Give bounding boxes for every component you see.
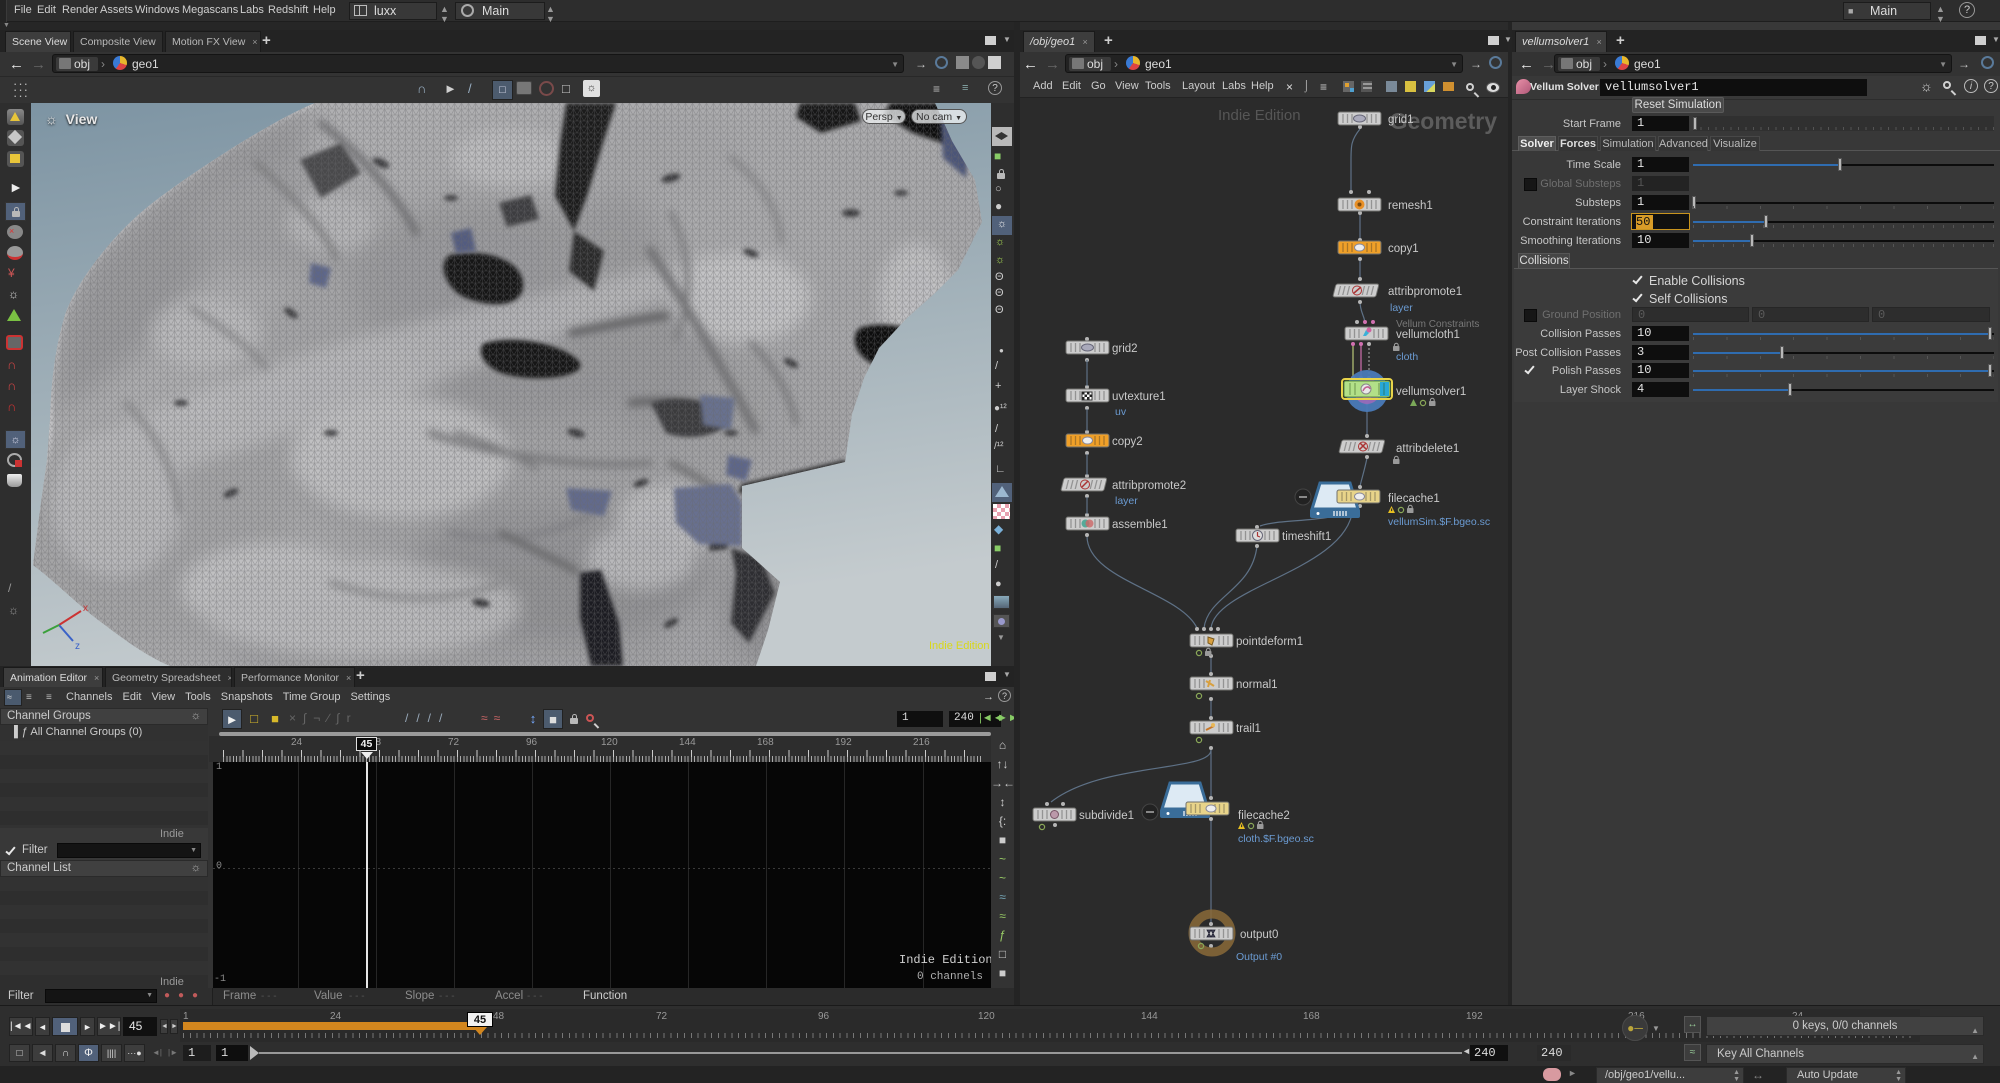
svg-text:copy1: copy1 [1388,243,1419,255]
svg-text:layer: layer [1115,495,1138,507]
svg-text:output0: output0 [1240,929,1278,941]
svg-text:assemble1: assemble1 [1112,519,1168,531]
svg-text:remesh1: remesh1 [1388,200,1433,212]
svg-text:normal1: normal1 [1236,679,1278,691]
svg-text:vellumSim.$F.bgeo.sc: vellumSim.$F.bgeo.sc [1388,516,1490,528]
svg-text:timeshift1: timeshift1 [1282,531,1331,543]
svg-text:vellumsolver1: vellumsolver1 [1396,386,1466,398]
svg-text:Indie Edition: Indie Edition [1218,107,1301,124]
svg-text:cloth: cloth [1396,351,1418,363]
svg-text:attribpromote2: attribpromote2 [1112,480,1186,492]
svg-text:grid2: grid2 [1112,343,1138,355]
svg-text:filecache1: filecache1 [1388,493,1440,505]
svg-text:subdivide1: subdivide1 [1079,810,1134,822]
svg-text:Vellum Constraints: Vellum Constraints [1396,319,1479,330]
svg-text:copy2: copy2 [1112,436,1143,448]
svg-text:layer: layer [1390,302,1413,314]
svg-text:filecache2: filecache2 [1238,810,1290,822]
svg-text:vellumcloth1: vellumcloth1 [1396,329,1460,341]
svg-text:trail1: trail1 [1236,723,1261,735]
svg-text:x: x [83,603,88,614]
svg-text:uvtexture1: uvtexture1 [1112,391,1166,403]
svg-text:Output #0: Output #0 [1236,951,1282,963]
svg-text:pointdeform1: pointdeform1 [1236,636,1303,648]
svg-text:attribdelete1: attribdelete1 [1396,443,1459,455]
svg-text:cloth.$F.bgeo.sc: cloth.$F.bgeo.sc [1238,833,1314,845]
svg-text:grid1: grid1 [1388,114,1414,126]
svg-text:attribpromote1: attribpromote1 [1388,286,1462,298]
svg-text:z: z [75,641,80,652]
svg-text:uv: uv [1115,406,1127,418]
